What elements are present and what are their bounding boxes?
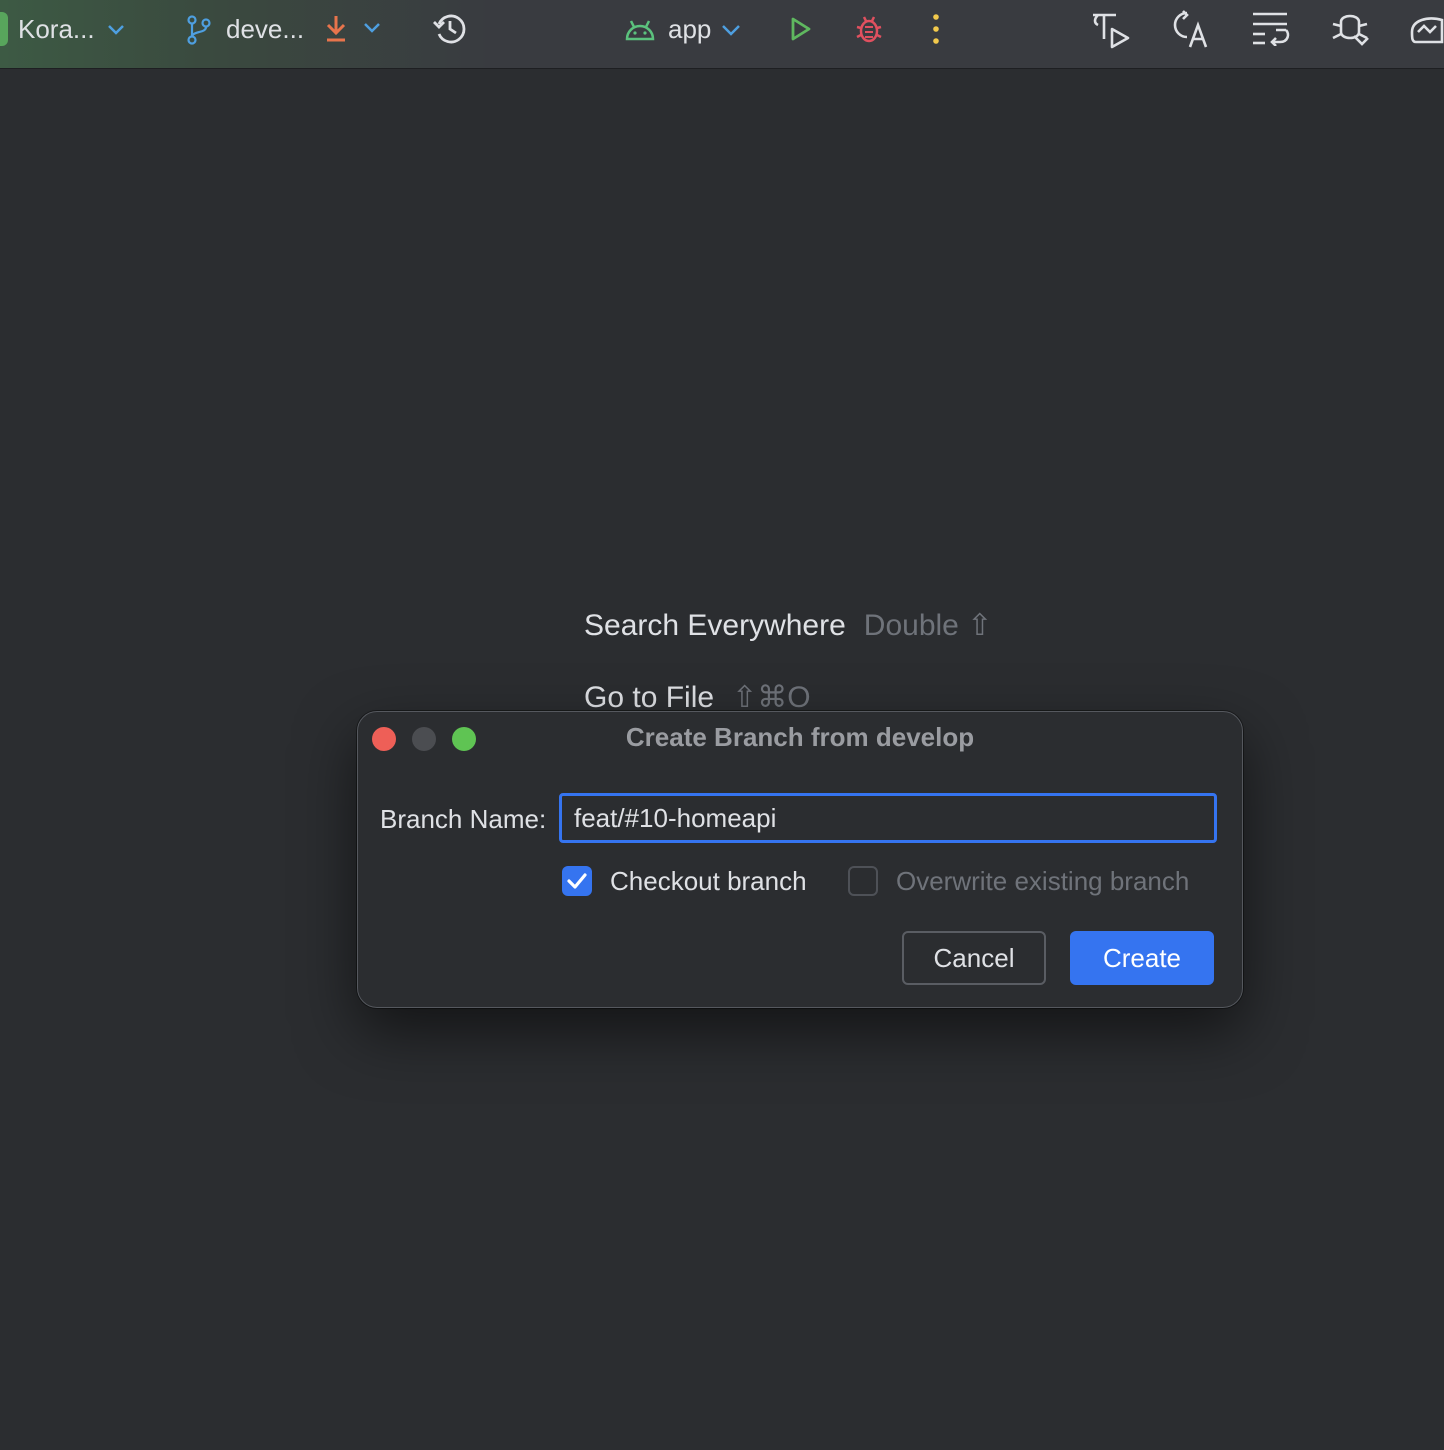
checkmark-icon — [567, 873, 587, 889]
branch-name-input[interactable] — [559, 793, 1217, 843]
run-config-name: app — [668, 14, 712, 44]
go-to-file-label: Go to File — [584, 680, 715, 714]
update-project-icon[interactable] — [324, 14, 348, 44]
device-icon[interactable] — [1408, 12, 1444, 48]
history-icon[interactable] — [432, 12, 468, 46]
search-everywhere-label: Search Everywhere — [584, 608, 846, 642]
branch-icon — [187, 14, 211, 45]
go-to-file-hint: Go to File ⇧⌘O — [584, 680, 811, 715]
translate-icon[interactable] — [1170, 9, 1210, 49]
android-icon — [625, 19, 655, 40]
chevron-down-icon — [722, 24, 741, 36]
project-selector[interactable]: Kora... — [18, 14, 125, 45]
create-branch-dialog: Create Branch from develop Branch Name: … — [357, 711, 1243, 1008]
project-badge — [0, 12, 8, 46]
more-vertical-icon[interactable] — [930, 12, 942, 46]
project-name: Kora... — [18, 14, 95, 44]
profile-icon[interactable] — [1090, 9, 1132, 49]
go-to-file-shortcut: ⇧⌘O — [732, 681, 811, 714]
run-config-selector[interactable]: app — [624, 14, 741, 45]
debugger-icon[interactable] — [1330, 8, 1370, 48]
branch-name: deve... — [226, 14, 305, 44]
dialog-title: Create Branch from develop — [625, 722, 975, 752]
search-everywhere-shortcut: Double ⇧ — [863, 609, 993, 642]
branch-selector[interactable]: deve... — [186, 14, 304, 45]
run-icon[interactable] — [790, 16, 812, 42]
create-button[interactable]: Create — [1070, 931, 1214, 985]
search-everywhere-hint: Search Everywhere Double ⇧ — [584, 608, 992, 643]
overwrite-branch-label: Overwrite existing branch — [896, 866, 1190, 896]
chevron-down-icon — [107, 24, 124, 35]
checkout-branch-label[interactable]: Checkout branch — [610, 866, 807, 897]
main-toolbar: Kora... deve... app — [0, 0, 1444, 69]
wrap-icon[interactable] — [1250, 10, 1290, 46]
branch-name-label: Branch Name: — [380, 804, 547, 834]
debug-icon[interactable] — [854, 13, 884, 45]
overwrite-branch-checkbox[interactable] — [848, 866, 878, 896]
checkout-branch-checkbox[interactable] — [562, 866, 592, 896]
cancel-button[interactable]: Cancel — [902, 931, 1046, 985]
chevron-down-icon[interactable] — [363, 22, 381, 34]
